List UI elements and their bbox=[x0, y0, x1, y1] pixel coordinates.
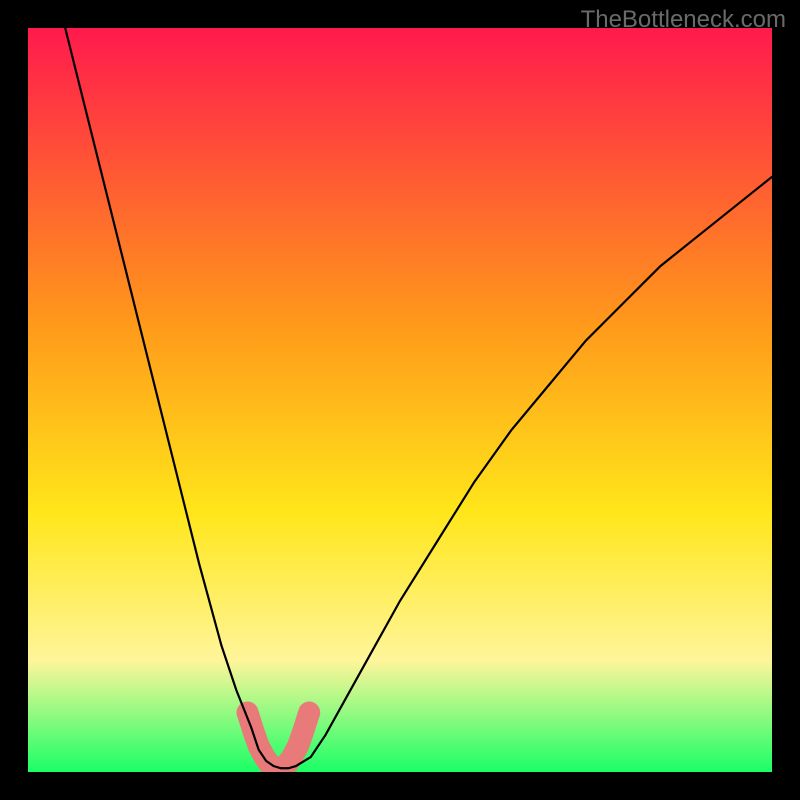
chart-svg bbox=[28, 28, 772, 772]
chart-plot-area bbox=[28, 28, 772, 772]
chart-background bbox=[28, 28, 772, 772]
watermark-text: TheBottleneck.com bbox=[581, 6, 786, 34]
